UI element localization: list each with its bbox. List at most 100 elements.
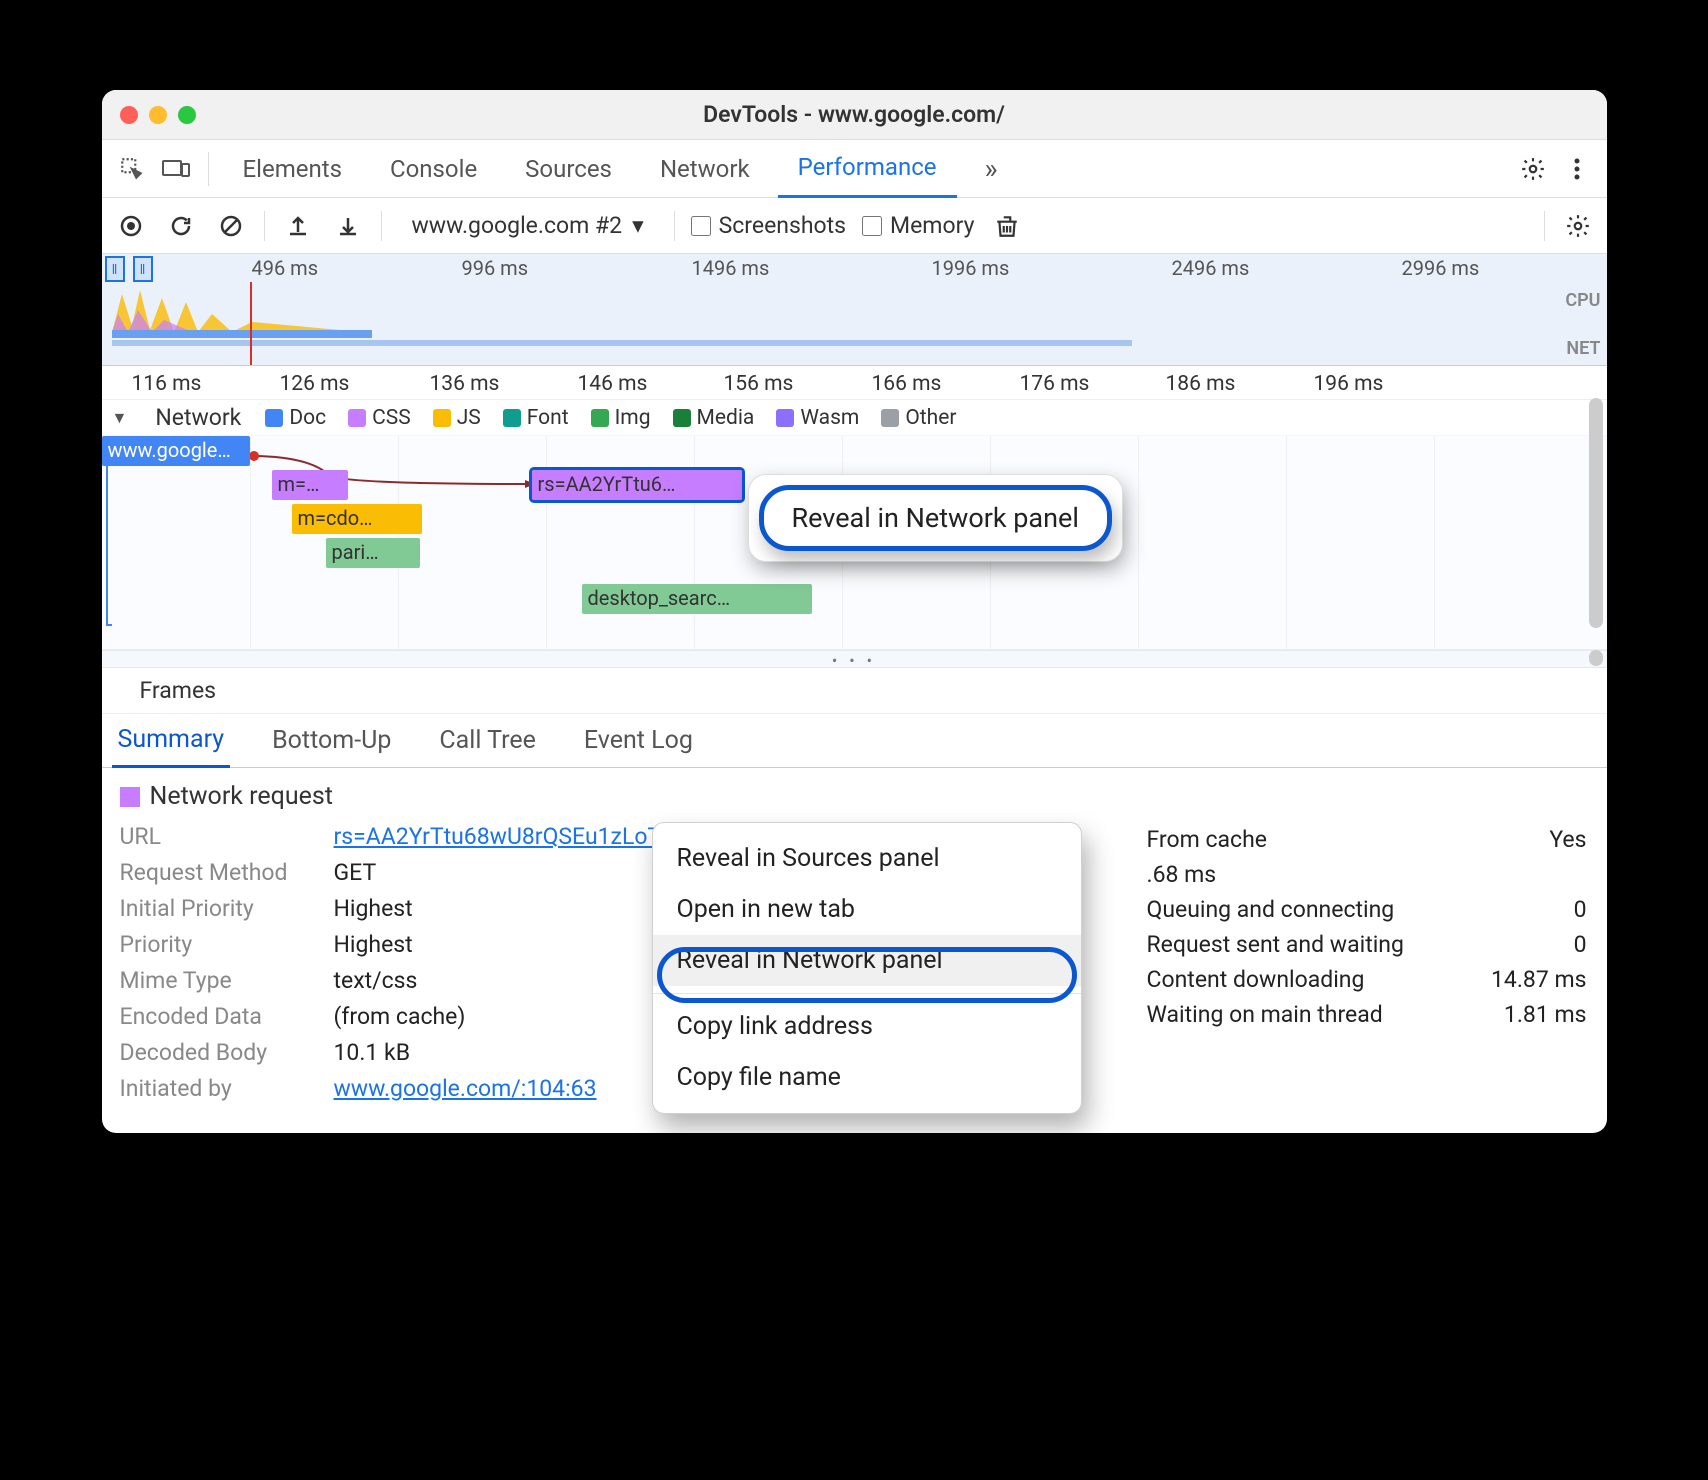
minimize-window-button[interactable] bbox=[149, 106, 167, 124]
memory-checkbox-input[interactable] bbox=[862, 216, 882, 236]
reveal-tooltip-label[interactable]: Reveal in Network panel bbox=[759, 485, 1112, 551]
reload-record-button[interactable] bbox=[164, 209, 198, 243]
waterfall-bar[interactable]: rs=AA2YrTtu6… bbox=[532, 470, 742, 500]
tab-elements[interactable]: Elements bbox=[223, 140, 362, 198]
timeline-tick: 186 ms bbox=[1166, 372, 1236, 396]
overview-left-handle[interactable]: ‖ bbox=[105, 256, 125, 282]
context-menu-item-reveal-sources[interactable]: Reveal in Sources panel bbox=[653, 833, 1081, 884]
timeline-tick: 176 ms bbox=[1020, 372, 1090, 396]
frames-track-label[interactable]: Frames bbox=[102, 668, 1607, 714]
tabs-overflow[interactable]: » bbox=[965, 140, 1018, 198]
timeline-tick: 156 ms bbox=[724, 372, 794, 396]
legend-item: Wasm bbox=[776, 406, 859, 430]
legend-swatch-icon bbox=[265, 409, 283, 427]
initiated-key: Initiated by bbox=[120, 1075, 334, 1102]
init-priority-key: Initial Priority bbox=[120, 895, 334, 922]
context-menu-item-copy-filename[interactable]: Copy file name bbox=[653, 1052, 1081, 1103]
resize-handle[interactable]: • • • bbox=[102, 650, 1607, 668]
net-activity-bar bbox=[112, 340, 1132, 346]
legend-swatch-icon bbox=[881, 409, 899, 427]
timeline-tick: 116 ms bbox=[132, 372, 202, 396]
performance-toolbar: www.google.com #2 ▾ Screenshots Memory bbox=[102, 198, 1607, 254]
subtab-call-tree[interactable]: Call Tree bbox=[433, 714, 542, 768]
details-heading: Network request bbox=[120, 782, 1589, 811]
overview-marker bbox=[250, 282, 252, 365]
overview-right-handle[interactable]: ‖ bbox=[133, 256, 153, 282]
legend-label: Font bbox=[527, 406, 569, 430]
content-val: 14.87 ms bbox=[1491, 966, 1587, 993]
legend-label: Wasm bbox=[800, 406, 859, 430]
cpu-activity-chart bbox=[112, 284, 362, 332]
context-menu: Reveal in Sources panel Open in new tab … bbox=[652, 822, 1082, 1114]
record-button[interactable] bbox=[114, 209, 148, 243]
waterfall-bar[interactable]: m=… bbox=[272, 470, 348, 500]
close-window-button[interactable] bbox=[120, 106, 138, 124]
main-tabs: Elements Console Sources Network Perform… bbox=[102, 140, 1607, 198]
device-toolbar-icon[interactable] bbox=[158, 151, 194, 187]
details-subtabs: Summary Bottom-Up Call Tree Event Log bbox=[102, 714, 1607, 768]
request-details: Network request URLrs=AA2YrTtu68wU8rQSEu… bbox=[102, 768, 1607, 1133]
download-profile-icon[interactable] bbox=[331, 209, 365, 243]
network-waterfall[interactable]: www.google… m=… rs=AA2YrTtu6… m=cdo… pari… de… bbox=[102, 436, 1607, 650]
legend-item: CSS bbox=[348, 406, 411, 430]
legend-item: Media bbox=[673, 406, 755, 430]
context-menu-item-open-tab[interactable]: Open in new tab bbox=[653, 884, 1081, 935]
overview-tick: 1996 ms bbox=[932, 256, 1010, 280]
css-swatch-icon bbox=[120, 787, 140, 807]
tab-network[interactable]: Network bbox=[640, 140, 770, 198]
clear-button[interactable] bbox=[214, 209, 248, 243]
encoded-val: (from cache) bbox=[334, 1003, 466, 1030]
capture-settings-icon[interactable] bbox=[1561, 209, 1595, 243]
tab-performance[interactable]: Performance bbox=[778, 140, 957, 198]
timeline-tick: 166 ms bbox=[872, 372, 942, 396]
waterfall-bar[interactable]: desktop_searc… bbox=[582, 584, 812, 614]
screenshots-checkbox[interactable]: Screenshots bbox=[691, 212, 846, 239]
upload-profile-icon[interactable] bbox=[281, 209, 315, 243]
waterfall-bar[interactable]: www.google… bbox=[102, 436, 250, 466]
maximize-window-button[interactable] bbox=[178, 106, 196, 124]
initiated-link[interactable]: www.google.com/:104:63 bbox=[334, 1075, 597, 1102]
network-track: ▼ Network DocCSSJSFontImgMediaWasmOther … bbox=[102, 400, 1607, 650]
network-track-label: Network bbox=[155, 404, 241, 431]
legend-label: Img bbox=[615, 406, 651, 430]
tab-console[interactable]: Console bbox=[370, 140, 497, 198]
url-key: URL bbox=[120, 823, 334, 850]
kebab-menu-icon[interactable] bbox=[1559, 151, 1595, 187]
legend-swatch-icon bbox=[776, 409, 794, 427]
legend-item: Doc bbox=[265, 406, 326, 430]
from-cache-val: Yes bbox=[1549, 826, 1586, 853]
sent-key: Request sent and waiting bbox=[1147, 931, 1404, 958]
settings-icon[interactable] bbox=[1515, 151, 1551, 187]
subtab-bottom-up[interactable]: Bottom-Up bbox=[266, 714, 397, 768]
overview-net-label: NET bbox=[1566, 338, 1600, 359]
legend-label: CSS bbox=[372, 406, 411, 430]
waterfall-bar[interactable]: pari… bbox=[326, 538, 420, 568]
waterfall-bar[interactable]: m=cdo… bbox=[292, 504, 422, 534]
reveal-tooltip: Reveal in Network panel bbox=[748, 474, 1123, 562]
tab-sources[interactable]: Sources bbox=[505, 140, 632, 198]
method-key: Request Method bbox=[120, 859, 334, 886]
network-legend-row: ▼ Network Doc CSS JS Font Img Media Wasm Other bbox=[102, 400, 1607, 436]
legend-item: Other bbox=[881, 406, 956, 430]
subtab-event-log[interactable]: Event Log bbox=[578, 714, 699, 768]
memory-checkbox[interactable]: Memory bbox=[862, 212, 974, 239]
legend-swatch-icon bbox=[348, 409, 366, 427]
legend-swatch-icon bbox=[673, 409, 691, 427]
overview-minimap[interactable]: ‖ ‖ 496 ms 996 ms 1496 ms 1996 ms 2496 m… bbox=[102, 254, 1607, 366]
net-activity-bar bbox=[112, 330, 372, 338]
inspect-element-icon[interactable] bbox=[114, 151, 150, 187]
garbage-collect-icon[interactable] bbox=[990, 209, 1024, 243]
frames-scrollbar[interactable] bbox=[1589, 650, 1603, 666]
profile-selector[interactable]: www.google.com #2 ▾ bbox=[398, 212, 658, 239]
collapse-triangle-icon[interactable]: ▼ bbox=[112, 408, 128, 428]
context-menu-item-reveal-network[interactable]: Reveal in Network panel bbox=[653, 935, 1081, 986]
vertical-scrollbar[interactable] bbox=[1589, 398, 1603, 628]
overview-tick: 496 ms bbox=[252, 256, 319, 280]
encoded-key: Encoded Data bbox=[120, 1003, 334, 1030]
decoded-key: Decoded Body bbox=[120, 1039, 334, 1066]
duration-val: .68 ms bbox=[1147, 861, 1217, 888]
context-menu-item-copy-link[interactable]: Copy link address bbox=[653, 1001, 1081, 1052]
screenshots-checkbox-input[interactable] bbox=[691, 216, 711, 236]
legend-item: JS bbox=[433, 406, 481, 430]
subtab-summary[interactable]: Summary bbox=[112, 714, 231, 768]
